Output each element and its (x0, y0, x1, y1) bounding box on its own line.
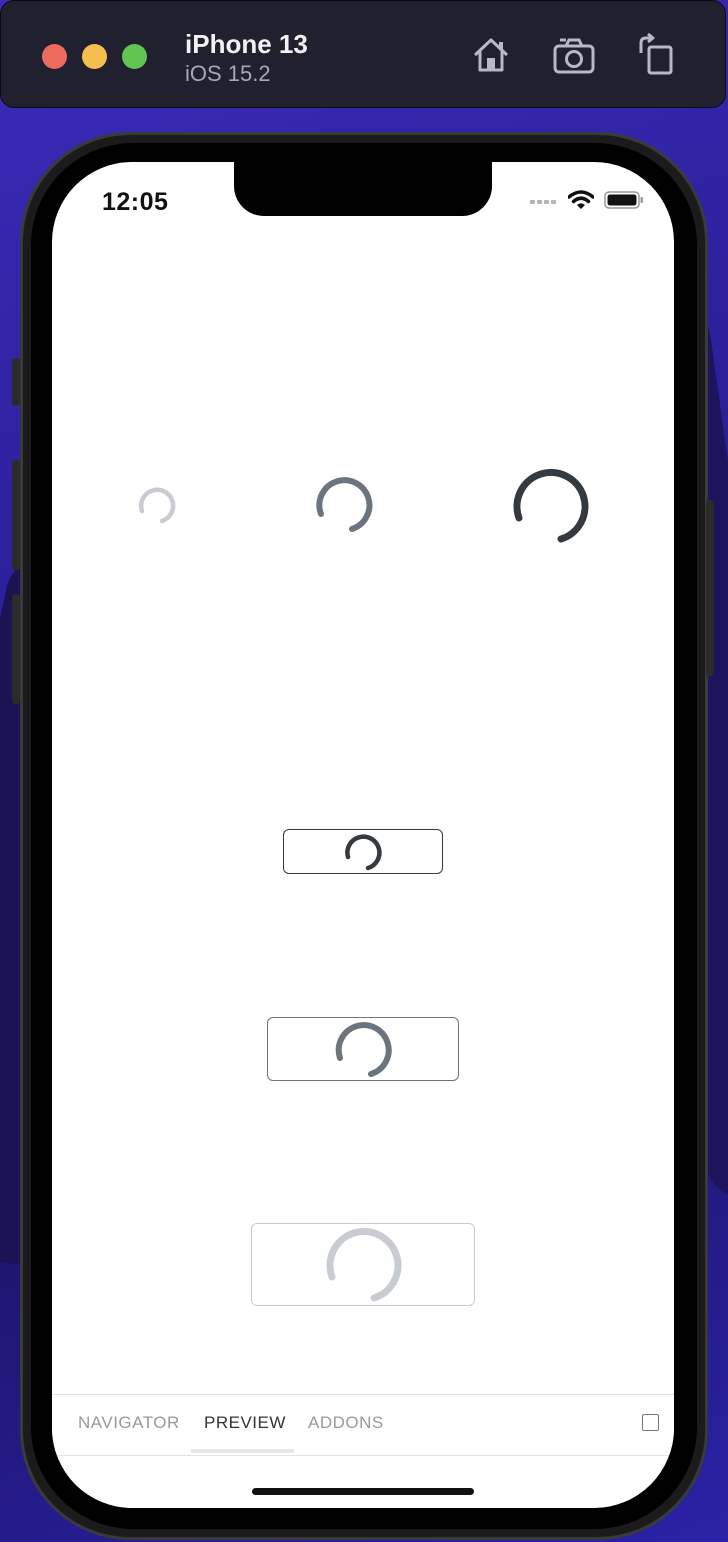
active-tab-indicator (191, 1449, 294, 1453)
spinner-icon (326, 1227, 402, 1301)
home-indicator (252, 1488, 474, 1495)
wifi-icon (568, 190, 594, 209)
tab-preview[interactable]: PREVIEW (204, 1413, 286, 1433)
loading-button-large[interactable] (251, 1223, 475, 1306)
notch (234, 162, 492, 216)
spinner-icon (345, 833, 382, 870)
tab-navigator[interactable]: NAVIGATOR (78, 1413, 180, 1433)
rotate-icon (639, 33, 673, 75)
panel-toggle-icon[interactable] (642, 1414, 659, 1431)
spinner-medium-graphic (316, 477, 373, 532)
spinner-small-graphic (138, 487, 176, 524)
addons-panel-tabs: NAVIGATOR PREVIEW ADDONS (52, 1394, 674, 1456)
spinner-large-graphic (513, 469, 589, 543)
device-screen: 12:05 NAVIGATOR PREVIEW ADDONS (52, 162, 674, 1508)
screenshot-button[interactable] (550, 31, 598, 79)
spinner-small (138, 487, 176, 530)
device-name: iPhone 13 (185, 29, 308, 59)
loading-button-small[interactable] (283, 829, 443, 874)
simulator-titlebar: iPhone 13 iOS 15.2 (0, 0, 726, 108)
tab-addons[interactable]: ADDONS (308, 1413, 384, 1433)
rotate-button[interactable] (631, 31, 679, 79)
home-button[interactable] (467, 31, 515, 79)
volume-up-button (12, 460, 20, 570)
window-minimize-button[interactable] (82, 44, 107, 69)
signal-icon (530, 200, 556, 204)
loading-button-medium[interactable] (267, 1017, 459, 1081)
mute-switch (12, 358, 20, 406)
os-version: iOS 15.2 (185, 61, 271, 86)
status-icons (530, 190, 644, 210)
screenshot-icon (553, 38, 595, 74)
spinner-icon (335, 1022, 392, 1077)
spinner-medium (315, 476, 373, 539)
window-close-button[interactable] (42, 44, 67, 69)
status-time: 12:05 (102, 188, 169, 216)
window-maximize-button[interactable] (122, 44, 147, 69)
home-icon (473, 38, 509, 72)
power-button (706, 500, 714, 676)
spinner-large (510, 466, 590, 551)
battery-icon (604, 191, 643, 209)
volume-down-button (12, 594, 20, 704)
